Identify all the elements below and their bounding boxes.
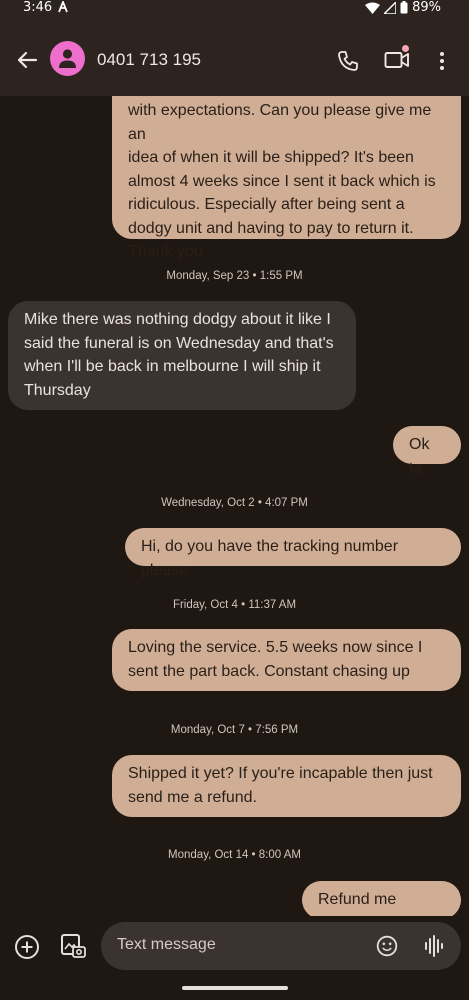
message-outgoing[interactable]: Shipped it yet? If you're incapable then… [112,755,461,817]
battery-percent: 89% [412,0,441,15]
message-line: Hi, do you have the tracking number plea… [141,538,399,579]
timestamp: Monday, Oct 14 • 8:00 AM [168,849,301,861]
message-input-placeholder: Text message [117,936,216,953]
avatar[interactable] [50,41,85,76]
message-line: said the funeral is on Wednesday and tha… [24,334,334,352]
compose-bar: Text message [0,918,469,978]
signal-icon [384,1,397,14]
video-badge-dot [402,45,409,52]
more-vert-icon[interactable] [434,50,450,72]
message-outgoing[interactable]: Loving the service. 5.5 weeks now since … [112,629,461,691]
message-line: Shipped it yet? If you're incapable then… [128,765,433,782]
message-line: Thursday [24,381,91,399]
message-thread[interactable]: with expectations. Can you please give m… [0,96,469,916]
person-icon [59,49,76,68]
message-outgoing[interactable]: Refund me please. [302,881,461,916]
message-line: Refund me please. [318,891,397,916]
battery-icon [400,1,408,14]
add-icon[interactable] [14,934,40,960]
message-line: Ok ta [409,436,430,477]
gesture-nav-bar [182,986,288,990]
message-line: Mike there was nothing dodgy about it li… [24,311,331,328]
timestamp: Monday, Sep 23 • 1:55 PM [166,270,303,282]
timestamp: Monday, Oct 7 • 7:56 PM [170,724,299,736]
voice-icon[interactable] [424,934,444,958]
back-arrow-icon[interactable] [16,49,38,71]
message-line: ridiculous. Especially after being sent … [128,196,405,213]
conversation-header: 0401 713 195 [0,20,469,96]
wifi-icon [365,2,381,14]
message-input[interactable]: Text message [101,922,461,970]
phone-icon[interactable] [337,50,359,72]
message-line: with expectations. Can you please give m… [128,102,432,143]
message-line: dodgy unit and having to pay to return i… [128,219,414,237]
message-outgoing[interactable]: Hi, do you have the tracking number plea… [125,528,461,579]
contact-name[interactable]: 0401 713 195 [97,50,201,70]
message-line: idea of when it will be shipped? It's be… [128,149,414,166]
timestamp: Wednesday, Oct 2 • 4:07 PM [161,497,308,509]
message-line: Loving the service. 5.5 weeks now since … [128,639,423,656]
emoji-icon[interactable] [376,935,398,957]
status-bar: 3:46 89% [0,0,469,20]
status-time: 3:46 [23,0,53,15]
message-incoming[interactable]: Mike there was nothing dodgy about it li… [8,301,356,410]
message-line: send me a refund. [128,788,257,806]
message-line: Thank you [128,243,203,260]
message-line: almost 4 weeks since I sent it back whic… [128,172,436,190]
notification-icon [58,1,68,13]
timestamp: Friday, Oct 4 • 11:37 AM [172,599,297,611]
message-line: sent the part back. Constant chasing up [128,662,410,680]
message-outgoing[interactable]: with expectations. Can you please give m… [112,96,461,260]
message-line: when I'll be back in melbourne I will sh… [24,358,321,375]
message-outgoing[interactable]: Ok ta [393,426,461,477]
gallery-icon[interactable] [60,933,86,959]
